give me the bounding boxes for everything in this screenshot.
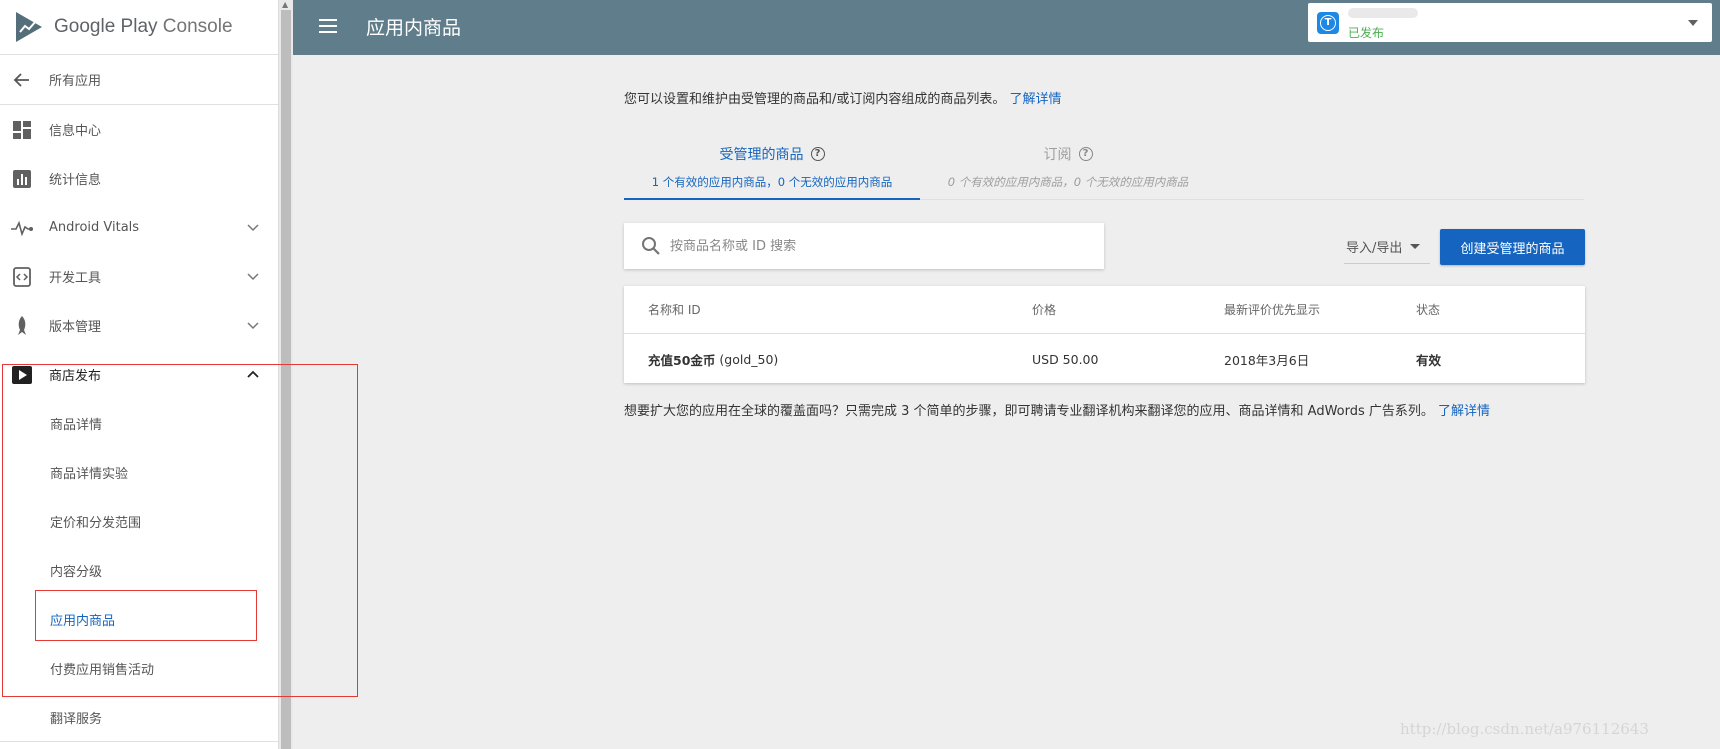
dashboard-icon (11, 119, 33, 141)
tab-title: 订阅 (1043, 147, 1072, 163)
sidebar-item-android-vitals[interactable]: Android Vitals (0, 203, 278, 252)
scroll-up-arrow-icon[interactable]: ▲ (282, 1, 288, 9)
translation-promo-text: 想要扩大您的应用在全球的覆盖面吗？只需完成 3 个简单的步骤，即可聘请专业翻译机… (624, 400, 1490, 419)
sidebar-scrollbar[interactable]: ▲ (279, 0, 293, 749)
column-header-name[interactable]: 名称和 ID (648, 286, 701, 333)
tab-subtitle: 0 个有效的应用内商品，0 个无效的应用内商品 (947, 175, 1189, 189)
column-header-status[interactable]: 状态 (1416, 286, 1440, 333)
sidebar-item-release-management[interactable]: 版本管理 (0, 301, 278, 350)
table-header: 名称和 ID 价格 最新评价优先显示 状态 (624, 286, 1585, 334)
sidebar-subitem-translation-service[interactable]: 翻译服务 (0, 693, 278, 742)
app-name-redacted (1348, 8, 1418, 18)
product-name: 充值50金币 (648, 352, 716, 368)
translation-promo-description: 想要扩大您的应用在全球的覆盖面吗？只需完成 3 个简单的步骤，即可聘请专业翻译机… (624, 404, 1434, 419)
table-row[interactable]: 充值50金币 (gold_50) USD 50.00 2018年3月6日 有效 (624, 335, 1585, 383)
dropdown-caret-icon (1410, 244, 1421, 249)
store-play-icon (11, 364, 33, 386)
product-price: USD 50.00 (1032, 351, 1099, 367)
sidebar-subitem-paid-app-promotions[interactable]: 付费应用销售活动 (0, 644, 278, 693)
import-export-dropdown[interactable]: 导入/导出 (1344, 230, 1430, 264)
sidebar-item-label: 信息中心 (49, 124, 102, 139)
product-status: 有效 (1416, 352, 1442, 368)
column-header-price[interactable]: 价格 (1032, 286, 1056, 333)
brand-product: Console (162, 16, 233, 37)
chevron-down-icon (247, 273, 259, 281)
chevron-down-icon (247, 224, 259, 232)
logo-row[interactable]: Google Play Console (0, 0, 278, 55)
sidebar-item-label: Android Vitals (49, 220, 140, 235)
sidebar-subitem-in-app-products[interactable]: 应用内商品 (0, 595, 278, 644)
sidebar-subitem-content-rating[interactable]: 内容分级 (0, 546, 278, 595)
search-icon (642, 237, 660, 255)
page-title: 应用内商品 (366, 17, 462, 39)
app-status-label: 已发布 (1348, 26, 1385, 40)
create-managed-product-button[interactable]: 创建受管理的商品 (1440, 229, 1585, 265)
chevron-up-icon (247, 370, 259, 378)
brand-name: Google Play (54, 16, 158, 37)
vitals-pulse-icon (11, 217, 33, 239)
sidebar-item-dev-tools[interactable]: 开发工具 (0, 252, 278, 301)
app-avatar: T (1317, 12, 1339, 34)
sidebar-item-label: 开发工具 (49, 271, 102, 286)
sidebar-item-label: 商店发布 (49, 369, 102, 384)
product-date: 2018年3月6日 (1224, 352, 1310, 368)
tab-title: 受管理的商品 (719, 147, 804, 163)
product-id: (gold_50) (719, 351, 779, 367)
search-input[interactable] (670, 238, 1070, 254)
bar-chart-icon (11, 168, 33, 190)
intro-text: 您可以设置和维护由受管理的商品和/或订阅内容组成的商品列表。 了解详情 (624, 88, 1062, 107)
product-name-cell: 充值50金币 (gold_50) (648, 335, 778, 383)
dev-tools-icon (11, 266, 33, 288)
tab-subscriptions[interactable]: 订阅? 0 个有效的应用内商品，0 个无效的应用内商品 (920, 130, 1216, 200)
dropdown-caret-icon[interactable] (1688, 20, 1698, 26)
search-box[interactable] (624, 223, 1104, 269)
menu-icon[interactable] (317, 15, 339, 37)
sidebar-subitem-store-listing[interactable]: 商品详情 (0, 399, 278, 448)
brand-title: Google Play Console (54, 16, 233, 38)
intro-description: 您可以设置和维护由受管理的商品和/或订阅内容组成的商品列表。 (624, 92, 1006, 107)
sidebar-item-store-presence[interactable]: 商店发布 (0, 350, 278, 399)
chevron-down-icon (247, 322, 259, 330)
rocket-icon (11, 315, 33, 337)
sidebar: Google Play Console 所有应用 信息中心 统计信息 Andro… (0, 0, 279, 749)
app-selector[interactable]: T 已发布 (1308, 3, 1712, 42)
app-avatar-letter: T (1320, 15, 1336, 31)
translation-learn-more-link[interactable]: 了解详情 (1438, 404, 1490, 419)
sidebar-item-statistics[interactable]: 统计信息 (0, 154, 278, 203)
column-header-latest[interactable]: 最新评价优先显示 (1224, 286, 1320, 333)
all-apps-label: 所有应用 (49, 74, 102, 89)
top-bar: 应用内商品 T 已发布 (293, 0, 1720, 55)
sidebar-item-dashboard[interactable]: 信息中心 (0, 105, 278, 154)
products-table: 名称和 ID 价格 最新评价优先显示 状态 充值50金币 (gold_50) U… (624, 286, 1585, 383)
scrollbar-thumb[interactable] (281, 10, 291, 749)
sidebar-item-label: 统计信息 (49, 173, 102, 188)
all-apps-link[interactable]: 所有应用 (0, 55, 278, 105)
tab-subtitle: 1 个有效的应用内商品，0 个无效的应用内商品 (651, 175, 893, 189)
sidebar-subitem-pricing-distribution[interactable]: 定价和分发范围 (0, 497, 278, 546)
tab-managed-products[interactable]: 受管理的商品? 1 个有效的应用内商品，0 个无效的应用内商品 (624, 130, 920, 200)
sidebar-item-label: 版本管理 (49, 320, 102, 335)
learn-more-link[interactable]: 了解详情 (1010, 92, 1062, 107)
play-console-logo-icon (16, 12, 42, 42)
product-tabs: 受管理的商品? 1 个有效的应用内商品，0 个无效的应用内商品 订阅? 0 个有… (624, 130, 1584, 200)
sidebar-subitem-listing-experiments[interactable]: 商品详情实验 (0, 448, 278, 497)
help-icon[interactable]: ? (810, 147, 825, 161)
import-export-label: 导入/导出 (1346, 241, 1403, 256)
help-icon[interactable]: ? (1078, 147, 1093, 161)
watermark: http://blog.csdn.net/a976112643 (1400, 720, 1649, 738)
arrow-back-icon (11, 69, 33, 91)
